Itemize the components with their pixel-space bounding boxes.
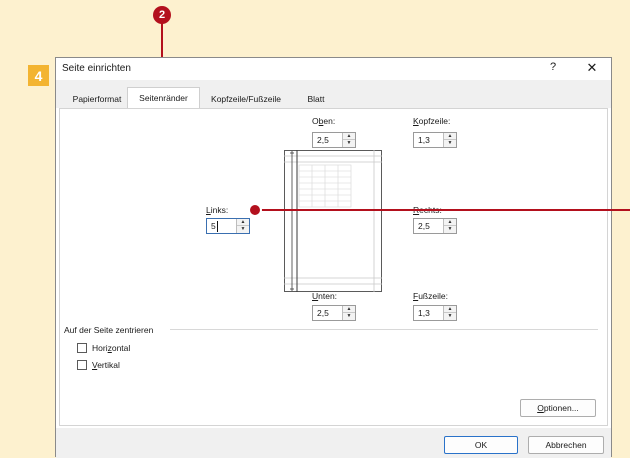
spin-up-icon[interactable]: ▲ xyxy=(237,219,249,226)
bottom-margin-spinner[interactable]: 2,5 ▲ ▼ xyxy=(312,305,356,321)
top-margin-value: 2,5 xyxy=(317,135,329,145)
section-divider xyxy=(170,329,598,330)
left-margin-label: Links: xyxy=(206,205,229,215)
left-margin-value[interactable]: 5 xyxy=(211,221,216,231)
vertical-label[interactable]: Vertikal xyxy=(92,360,120,370)
right-margin-spinner[interactable]: 2,5 ▲ ▼ xyxy=(413,218,457,234)
spin-down-icon[interactable]: ▼ xyxy=(343,313,355,320)
center-section-title: Auf der Seite zentrieren xyxy=(64,325,154,335)
callout-line-left-margin xyxy=(261,209,630,211)
top-margin-spinner[interactable]: 2,5 ▲ ▼ xyxy=(312,132,356,148)
horizontal-label[interactable]: Horizontal xyxy=(92,343,130,353)
top-margin-label: Oben: xyxy=(312,116,336,126)
tab-kopfzeile-fusszeile[interactable]: Kopfzeile/Fußzeile xyxy=(202,89,290,108)
ok-button[interactable]: OK xyxy=(444,436,518,454)
tab-seitenraender[interactable]: Seitenränder xyxy=(127,87,200,109)
tab-blatt[interactable]: Blatt xyxy=(296,89,336,108)
title-bar: Seite einrichten ? ✕ xyxy=(56,58,611,80)
vertical-checkbox[interactable] xyxy=(77,360,87,370)
spin-down-icon[interactable]: ▼ xyxy=(237,226,249,233)
tab-papierformat[interactable]: Papierformat xyxy=(64,89,130,108)
header-margin-label: Kopfzeile: xyxy=(413,116,451,126)
footer-margin-spinner[interactable]: 1,3 ▲ ▼ xyxy=(413,305,457,321)
spin-up-icon[interactable]: ▲ xyxy=(343,306,355,313)
spin-up-icon[interactable]: ▲ xyxy=(343,133,355,140)
text-cursor xyxy=(217,221,218,232)
tab-callout-marker: 2 xyxy=(153,6,171,24)
close-button[interactable]: ✕ xyxy=(584,60,600,76)
header-margin-spinner[interactable]: 1,3 ▲ ▼ xyxy=(413,132,457,148)
right-margin-value: 2,5 xyxy=(418,221,430,231)
cancel-button[interactable]: Abbrechen xyxy=(528,436,604,454)
spin-up-icon[interactable]: ▲ xyxy=(444,306,456,313)
page-setup-dialog: Seite einrichten ? ✕ Papierformat Seiten… xyxy=(55,57,612,458)
page-preview xyxy=(284,150,382,292)
help-button[interactable]: ? xyxy=(546,61,560,73)
step-number-badge: 4 xyxy=(28,65,49,86)
spin-down-icon[interactable]: ▼ xyxy=(343,140,355,147)
left-margin-spinner[interactable]: 5 ▲ ▼ xyxy=(206,218,250,234)
dialog-title: Seite einrichten xyxy=(62,63,131,74)
options-button[interactable]: Optionen... xyxy=(520,399,596,417)
footer-margin-label: Fußzeile: xyxy=(413,291,448,301)
callout-dot xyxy=(248,203,262,217)
spin-down-icon[interactable]: ▼ xyxy=(444,313,456,320)
bottom-margin-label: Unten: xyxy=(312,291,338,301)
bottom-margin-value: 2,5 xyxy=(317,308,329,318)
spin-down-icon[interactable]: ▼ xyxy=(444,140,456,147)
spin-up-icon[interactable]: ▲ xyxy=(444,133,456,140)
header-margin-value: 1,3 xyxy=(418,135,430,145)
horizontal-checkbox[interactable] xyxy=(77,343,87,353)
spin-down-icon[interactable]: ▼ xyxy=(444,226,456,233)
footer-margin-value: 1,3 xyxy=(418,308,430,318)
spin-up-icon[interactable]: ▲ xyxy=(444,219,456,226)
